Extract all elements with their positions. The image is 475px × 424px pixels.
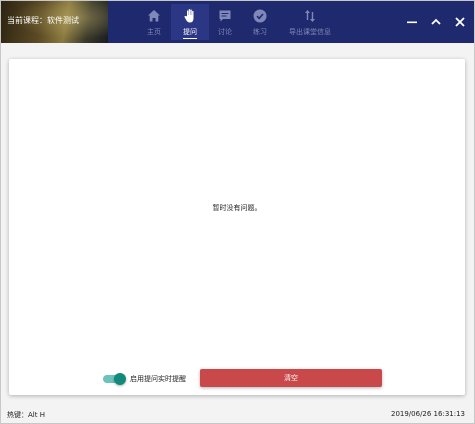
realtime-alert-label: 启用提问实时提醒 — [130, 375, 186, 383]
questions-panel: 暂时没有问题。 启用提问实时提醒 清空 — [9, 59, 465, 395]
raised-hand-icon — [184, 9, 194, 23]
home-icon — [148, 10, 160, 22]
sort-arrows-icon — [305, 10, 315, 22]
tab-home[interactable]: 主页 — [135, 4, 173, 40]
course-title: 当前课程：软件测试 — [7, 16, 79, 25]
tab-questions[interactable]: 提问 — [171, 4, 209, 40]
close-button[interactable] — [451, 13, 469, 31]
clear-button[interactable]: 清空 — [200, 369, 382, 387]
top-bar: 当前课程：软件测试 主页 提问 讨论 练习 导出课堂信息 — [1, 1, 474, 43]
chat-icon — [219, 10, 231, 22]
minimize-icon — [407, 21, 417, 24]
close-icon — [455, 17, 465, 27]
datetime-status: 2019/06/26 16:31:13 — [390, 410, 465, 418]
realtime-alert-toggle[interactable] — [103, 373, 127, 385]
toggle-knob — [114, 373, 126, 385]
tab-practice[interactable]: 练习 — [241, 4, 279, 40]
tab-export[interactable]: 导出课堂信息 — [289, 4, 331, 40]
tab-questions-label: 提问 — [183, 27, 197, 39]
empty-message: 暂时没有问题。 — [212, 204, 262, 212]
tab-home-label: 主页 — [147, 28, 161, 36]
app-window: 当前课程：软件测试 主页 提问 讨论 练习 导出课堂信息 暂时没有问题。 启用提… — [0, 0, 475, 424]
course-banner: 当前课程：软件测试 — [1, 1, 108, 43]
tab-discussion-label: 讨论 — [218, 28, 232, 36]
minimize-button[interactable] — [403, 13, 421, 31]
tab-practice-label: 练习 — [253, 28, 267, 36]
tab-export-label: 导出课堂信息 — [289, 28, 331, 36]
hotkey-status: 热键：Alt H — [7, 411, 45, 419]
check-circle-icon — [253, 9, 267, 23]
tab-discussion[interactable]: 讨论 — [206, 4, 244, 40]
maximize-button[interactable] — [427, 13, 445, 31]
maximize-icon — [431, 18, 441, 25]
